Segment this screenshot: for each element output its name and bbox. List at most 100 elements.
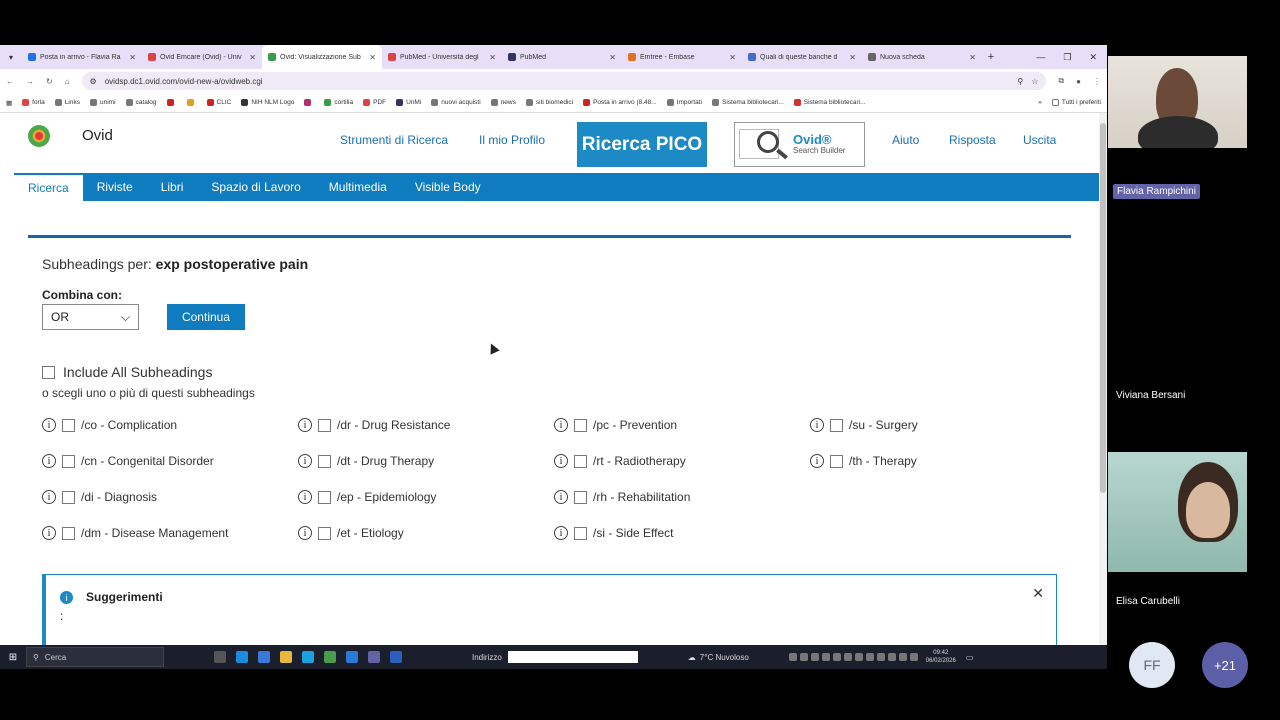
info-icon[interactable]: i (298, 490, 312, 504)
link-mio-profilo[interactable]: Il mio Profilo (479, 133, 545, 147)
bookmark-item[interactable]: siti biomedici (525, 99, 573, 106)
bookmark-item[interactable]: news (490, 99, 516, 106)
subheading-checkbox[interactable] (574, 490, 587, 504)
browser-tab[interactable]: PubMed ✕ (502, 45, 622, 69)
bookmarks-overflow-icon[interactable]: » (1038, 99, 1042, 106)
subheading-checkbox[interactable] (318, 454, 331, 468)
maximize-icon[interactable]: ❐ (1063, 52, 1071, 63)
tab-close-icon[interactable]: ✕ (369, 53, 376, 62)
app-icon[interactable] (346, 651, 358, 663)
tab-close-icon[interactable]: ✕ (489, 53, 496, 62)
bookmark-item[interactable]: unimi (90, 99, 116, 106)
nav-spazio-lavoro[interactable]: Spazio di Lavoro (197, 173, 314, 201)
tab-close-icon[interactable]: ✕ (969, 53, 976, 62)
profile-icon[interactable]: ● (1076, 77, 1081, 86)
bookmark-item[interactable] (186, 99, 197, 106)
task-view-icon[interactable] (214, 651, 226, 663)
nav-visible-body[interactable]: Visible Body (401, 173, 495, 201)
browser-tab[interactable]: PubMed - Università degl ✕ (382, 45, 502, 69)
weather-widget[interactable]: ☁ 7°C Nuvoloso (688, 653, 749, 662)
bookmark-item[interactable]: catalog (125, 99, 157, 106)
tab-close-icon[interactable]: ✕ (849, 53, 856, 62)
bookmark-item[interactable]: CLIC (206, 99, 231, 106)
subheading-checkbox[interactable] (574, 526, 587, 540)
info-icon[interactable]: i (298, 454, 312, 468)
bookmark-item[interactable]: Sistema bibliotecari... (793, 99, 866, 106)
teams-icon[interactable] (368, 651, 380, 663)
close-window-icon[interactable]: ✕ (1089, 52, 1097, 63)
back-icon[interactable]: ← (6, 77, 14, 86)
taskbar-address-input[interactable] (507, 651, 638, 663)
tab-close-icon[interactable]: ✕ (609, 53, 616, 62)
system-tray[interactable] (788, 653, 918, 661)
subheading-checkbox[interactable] (830, 418, 843, 432)
outlook-icon[interactable] (390, 651, 402, 663)
more-participants-button[interactable]: +21 (1202, 642, 1248, 688)
info-icon[interactable]: i (42, 418, 56, 432)
reload-icon[interactable]: ↻ (46, 77, 53, 86)
info-icon[interactable]: i (810, 418, 824, 432)
bookmark-item[interactable]: Sistema bibliotecari... (711, 99, 784, 106)
bookmark-item[interactable]: PDF (363, 99, 386, 106)
info-icon[interactable]: i (554, 454, 568, 468)
bookmark-item[interactable]: Importati (666, 99, 702, 106)
subheading-checkbox[interactable] (62, 490, 75, 504)
avatar[interactable]: FF (1129, 642, 1175, 688)
subheading-checkbox[interactable] (318, 490, 331, 504)
store-icon[interactable] (258, 651, 270, 663)
all-bookmarks-folder[interactable]: Tutti i preferiti (1051, 99, 1101, 106)
browser-tab[interactable]: Ovid Emcare (Ovid) - Univ ✕ (142, 45, 262, 69)
search-builder-button[interactable]: Ovid® Search Builder (734, 122, 865, 167)
nav-libri[interactable]: Libri (147, 173, 198, 201)
include-all-checkbox[interactable] (42, 365, 55, 379)
subheading-checkbox[interactable] (574, 454, 587, 468)
info-icon[interactable]: i (554, 490, 568, 504)
close-icon[interactable]: ✕ (1032, 585, 1044, 602)
url-bar[interactable]: ⚙ ovidsp.dc1.ovid.com/ovid-new-a/ovidweb… (81, 72, 1047, 90)
info-icon[interactable]: i (298, 418, 312, 432)
subheading-checkbox[interactable] (62, 454, 75, 468)
nav-multimedia[interactable]: Multimedia (315, 173, 401, 201)
browser-tab[interactable]: Emtree - Embase ✕ (622, 45, 742, 69)
subheading-checkbox[interactable] (318, 418, 331, 432)
tab-close-icon[interactable]: ✕ (729, 53, 736, 62)
info-icon[interactable]: i (42, 490, 56, 504)
bookmark-item[interactable]: Links (54, 99, 80, 106)
chrome-icon[interactable] (324, 651, 336, 663)
subheading-checkbox[interactable] (62, 418, 75, 432)
zoom-icon[interactable]: ⚲ (1017, 77, 1023, 86)
info-icon[interactable]: i (810, 454, 824, 468)
ricerca-pico-button[interactable]: Ricerca PICO (577, 122, 707, 167)
notifications-icon[interactable]: ▭ (966, 653, 974, 662)
taskbar-search[interactable]: ⚲ Cerca (26, 647, 164, 667)
bookmark-item[interactable]: UnMi (396, 99, 421, 106)
info-icon[interactable]: i (42, 454, 56, 468)
browser-tab[interactable]: Quali di queste banche d ✕ (742, 45, 862, 69)
scroll-thumb[interactable] (1100, 123, 1106, 493)
minimize-icon[interactable]: — (1036, 52, 1045, 63)
bookmark-item[interactable] (166, 99, 177, 106)
windows-start-icon[interactable]: ⊞ (0, 652, 26, 663)
browser-tab[interactable]: Posta in arrivo - Flavia Ra ✕ (22, 45, 142, 69)
link-strumenti-ricerca[interactable]: Strumenti di Ricerca (340, 133, 448, 147)
info-icon[interactable]: i (298, 526, 312, 540)
tab-search-icon[interactable]: ▾ (0, 53, 22, 62)
browser-menu-icon[interactable]: ⋮ (1093, 77, 1101, 86)
browser-tab[interactable]: Ovid: Visualizzazione Sub ✕ (262, 45, 382, 69)
forward-icon[interactable]: → (26, 77, 34, 86)
bookmark-item[interactable]: NIH NLM Logo (241, 99, 294, 106)
subheading-checkbox[interactable] (830, 454, 843, 468)
combina-select[interactable]: OR ⌵ (42, 304, 139, 330)
extensions-icon[interactable]: ⧉ (1058, 76, 1064, 86)
bookmark-star-icon[interactable]: ☆ (1031, 77, 1038, 86)
bookmark-item[interactable]: cortilia (324, 99, 353, 106)
link-uscita[interactable]: Uscita (1023, 133, 1056, 147)
page-scrollbar[interactable] (1099, 113, 1107, 645)
explorer-icon[interactable] (280, 651, 292, 663)
site-info-icon[interactable]: ⚙ (90, 77, 97, 86)
bookmark-item[interactable] (304, 99, 314, 106)
taskbar-clock[interactable]: 09:42 06/02/2026 (926, 649, 956, 665)
skype-icon[interactable] (302, 651, 314, 663)
apps-icon[interactable]: ▦ (6, 99, 12, 107)
bookmark-item[interactable]: Posta in arrivo (8.48... (583, 99, 657, 106)
